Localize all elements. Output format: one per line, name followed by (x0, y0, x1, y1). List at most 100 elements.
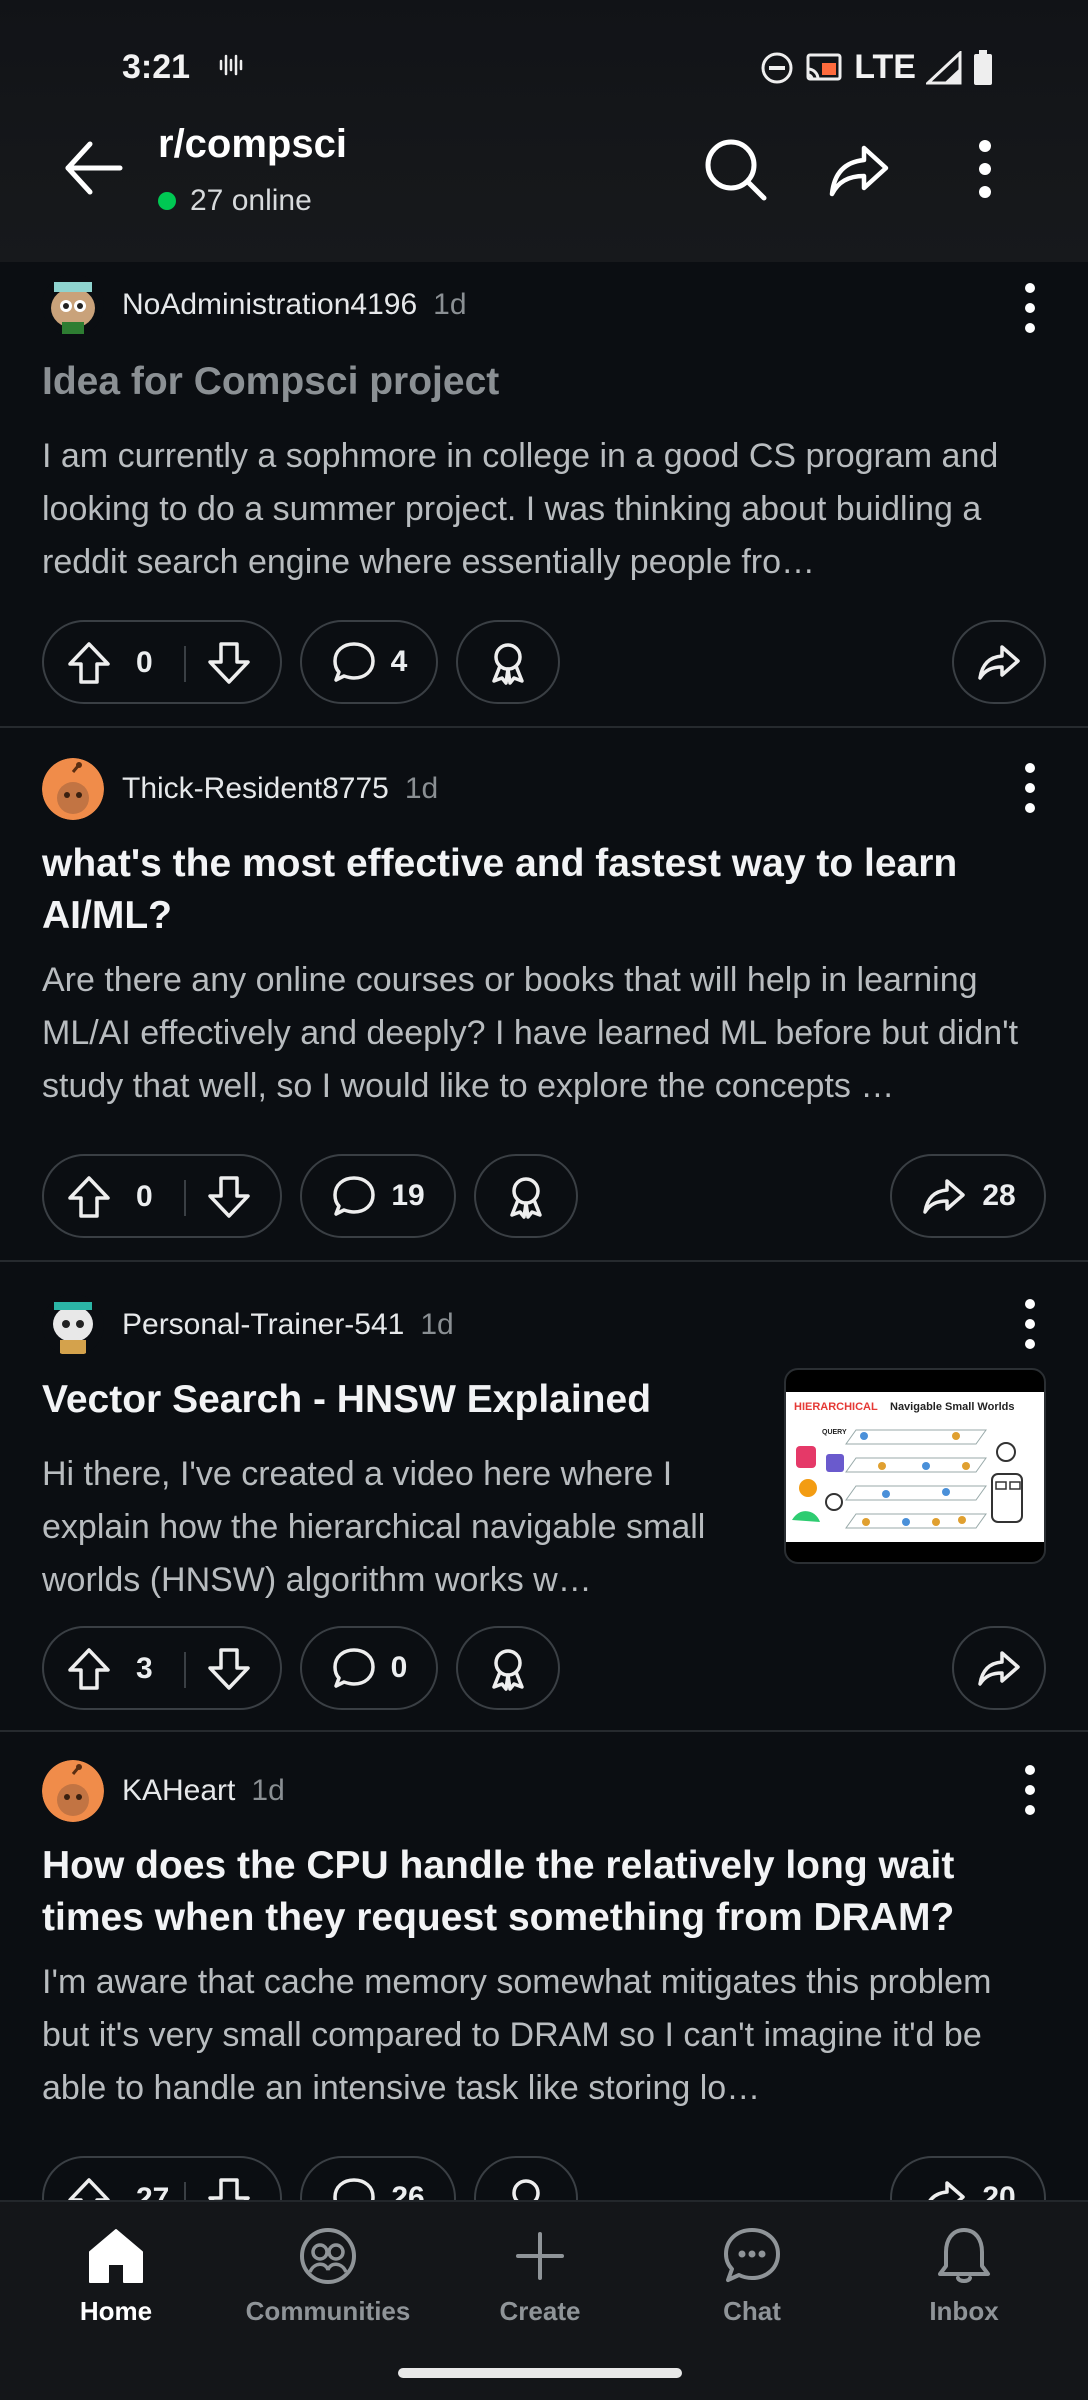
dnd-icon (761, 52, 793, 83)
bell-icon (938, 2228, 990, 2283)
award-button[interactable] (456, 620, 560, 704)
post-username[interactable]: NoAdministration4196 (122, 288, 417, 322)
vote-count: 3 (136, 1652, 153, 1685)
nav-communities-label: Communities (245, 2296, 411, 2326)
post-options-icon[interactable] (1010, 278, 1050, 338)
nav-home[interactable]: Home (16, 2224, 216, 2327)
nav-inbox-label: Inbox (929, 2296, 999, 2326)
post-card[interactable]: NoAdministration4196 1d Idea for Compsci… (0, 262, 1088, 728)
post-body[interactable]: Hi there, I've created a video here wher… (42, 1448, 728, 1607)
comment-icon (332, 1648, 375, 1688)
post-options-icon[interactable] (1010, 758, 1050, 818)
avatar[interactable] (42, 274, 104, 336)
post-card[interactable]: Thick-Resident8775 1d what's the most ef… (0, 728, 1088, 1262)
share-button[interactable] (952, 620, 1046, 704)
award-icon (492, 1649, 524, 1691)
post-body[interactable]: I'm aware that cache memory somewhat mit… (42, 1956, 1046, 2115)
nav-communities[interactable]: Communities (228, 2224, 428, 2327)
post-feed[interactable]: NoAdministration4196 1d Idea for Compsci… (0, 262, 1088, 2200)
post-title[interactable]: Idea for Compsci project (42, 356, 1046, 408)
vibrate-icon (219, 54, 243, 76)
gesture-home-bar[interactable] (398, 2368, 682, 2378)
vote-count: 27 (136, 2182, 170, 2200)
award-icon (512, 2179, 540, 2200)
post-meta: KAHeart 1d (42, 1760, 285, 1822)
status-time: 3:21 (122, 48, 191, 86)
post-actions: 27 26 20 (42, 2156, 1046, 2200)
post-meta: NoAdministration4196 1d (42, 274, 467, 336)
post-meta: Thick-Resident8775 1d (42, 758, 438, 820)
vote-divider (184, 1652, 186, 1688)
vote-count: 0 (136, 1180, 153, 1213)
award-button[interactable] (474, 1154, 578, 1238)
post-username[interactable]: Thick-Resident8775 (122, 772, 389, 806)
hnsw-thumbnail-image: HIERARCHICAL Navigable Small Worlds QUER… (786, 1392, 1044, 1542)
cast-icon (806, 53, 842, 80)
post-meta: Personal-Trainer-541 1d (42, 1294, 454, 1356)
downvote-icon[interactable] (206, 2176, 252, 2200)
online-label: 27 online (190, 184, 312, 217)
comments-button[interactable]: 26 (300, 2156, 456, 2200)
nav-home-label: Home (79, 2296, 153, 2326)
comments-button[interactable]: 19 (300, 1154, 456, 1238)
share-icon (978, 645, 1020, 680)
comments-button[interactable]: 4 (300, 620, 438, 704)
post-age: 1d (420, 1308, 454, 1341)
award-button[interactable] (474, 2156, 578, 2200)
share-button[interactable] (952, 1626, 1046, 1710)
thumb-highlight: HIERARCHICAL (794, 1401, 878, 1413)
downvote-icon[interactable] (206, 640, 252, 686)
avatar[interactable] (42, 1294, 104, 1356)
post-options-icon[interactable] (1010, 1760, 1050, 1820)
upvote-icon[interactable] (66, 640, 112, 686)
post-card[interactable]: Personal-Trainer-541 1d Vector Search - … (0, 1262, 1088, 1732)
post-age: 1d (404, 772, 439, 805)
vote-divider (184, 2182, 186, 2200)
vote-divider (184, 646, 186, 682)
post-card[interactable]: KAHeart 1d How does the CPU handle the r… (0, 1732, 1088, 2200)
post-body[interactable]: Are there any online courses or books th… (42, 954, 1046, 1113)
share-button[interactable]: 28 (890, 1154, 1046, 1238)
nav-chat[interactable]: Chat (652, 2224, 852, 2327)
post-body[interactable]: I am currently a sophmore in college in … (42, 430, 1046, 589)
upvote-icon[interactable] (66, 2176, 112, 2200)
comment-count: 26 (391, 2181, 425, 2200)
post-age: 1d (251, 1774, 285, 1807)
more-options-icon[interactable] (950, 134, 1020, 204)
upvote-icon[interactable] (66, 1646, 112, 1692)
share-icon[interactable] (824, 134, 894, 204)
post-actions: 0 19 28 (42, 1154, 1046, 1240)
nav-chat-label: Chat (723, 2296, 781, 2326)
nav-create[interactable]: Create (440, 2224, 640, 2327)
online-count: 27 online (158, 184, 312, 218)
award-icon (510, 1177, 542, 1219)
post-username[interactable]: KAHeart (122, 1774, 235, 1808)
post-options-icon[interactable] (1010, 1294, 1050, 1354)
online-dot (158, 192, 176, 210)
status-icons: LTE (760, 48, 994, 87)
award-button[interactable] (456, 1626, 560, 1710)
vote-control: 27 (42, 2156, 282, 2200)
post-actions: 3 0 (42, 1626, 1046, 1712)
network-type: LTE (854, 48, 916, 86)
search-icon[interactable] (700, 134, 770, 204)
battery-icon (974, 49, 992, 85)
downvote-icon[interactable] (206, 1174, 252, 1220)
comments-button[interactable]: 0 (300, 1626, 438, 1710)
post-title[interactable]: Vector Search - HNSW Explained (42, 1374, 728, 1426)
post-title[interactable]: How does the CPU handle the relatively l… (42, 1840, 1046, 1944)
back-arrow-icon[interactable] (56, 130, 132, 206)
share-button[interactable]: 20 (890, 2156, 1046, 2200)
post-thumbnail[interactable]: HIERARCHICAL Navigable Small Worlds QUER… (784, 1368, 1046, 1564)
post-title[interactable]: what's the most effective and fastest wa… (42, 838, 1046, 942)
communities-icon (300, 2228, 356, 2284)
avatar[interactable] (42, 758, 104, 820)
downvote-icon[interactable] (206, 1646, 252, 1692)
subreddit-name[interactable]: r/compsci (158, 122, 347, 167)
thumb-title: Navigable Small Worlds (890, 1401, 1015, 1413)
thumb-query: QUERY (822, 1429, 847, 1436)
upvote-icon[interactable] (66, 1174, 112, 1220)
post-username[interactable]: Personal-Trainer-541 (122, 1308, 404, 1342)
nav-inbox[interactable]: Inbox (864, 2224, 1064, 2327)
avatar[interactable] (42, 1760, 104, 1822)
